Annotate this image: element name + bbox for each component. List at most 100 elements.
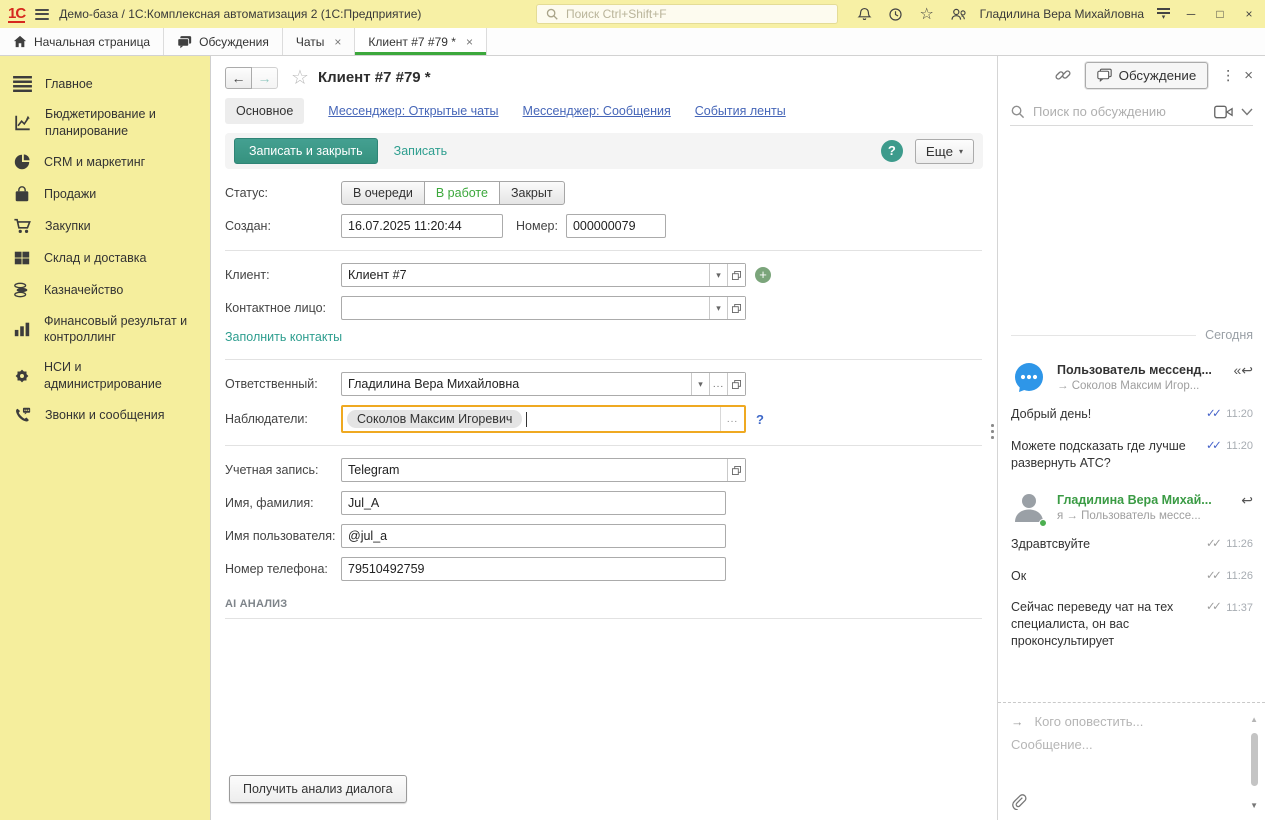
watchers-field-focused[interactable]: Соколов Максим Игоревич ...: [341, 405, 746, 433]
fullname-input[interactable]: [341, 491, 726, 515]
discussion-search-input[interactable]: [1033, 104, 1206, 119]
discussion-search: [1010, 98, 1253, 126]
contact-input[interactable]: [342, 297, 709, 319]
sidebar-item-admin[interactable]: НСИ и администрирование: [0, 352, 210, 399]
client-input[interactable]: [342, 264, 709, 286]
sidebar-item-warehouse[interactable]: Склад и доставка: [0, 242, 210, 274]
account-input[interactable]: [342, 459, 727, 481]
video-call-icon[interactable]: [1214, 105, 1233, 119]
add-client-button[interactable]: +: [755, 267, 771, 283]
account-open-button[interactable]: [727, 459, 745, 481]
forward-button[interactable]: →: [251, 66, 278, 89]
favorites-star-icon[interactable]: ☆: [918, 5, 936, 23]
reply-icon[interactable]: «↩: [1233, 363, 1253, 377]
favorite-star-icon[interactable]: ☆: [291, 65, 309, 90]
watcher-tag[interactable]: Соколов Максим Игоревич: [347, 410, 523, 428]
reply-icon[interactable]: ↩: [1241, 493, 1253, 507]
created-input[interactable]: [341, 214, 503, 238]
nav-link-messages[interactable]: Мессенджер: Сообщения: [523, 104, 671, 118]
phone-input[interactable]: [341, 557, 726, 581]
settings-icon[interactable]: ▾: [1157, 8, 1170, 21]
save-button[interactable]: Записать: [394, 144, 447, 158]
fill-contacts-link[interactable]: Заполнить контакты: [225, 330, 342, 344]
contact-open-button[interactable]: [727, 297, 745, 319]
open-icon: [732, 303, 741, 313]
nav-link-open-chats[interactable]: Мессенджер: Открытые чаты: [328, 104, 498, 118]
sidebar-item-finresult[interactable]: Финансовый результат и контроллинг: [0, 306, 210, 353]
global-search[interactable]: [536, 4, 838, 24]
titlebar: 1С Демо-база / 1С:Комплексная автоматиза…: [0, 0, 1265, 28]
client-dropdown-button[interactable]: ▾: [709, 264, 727, 286]
client-open-button[interactable]: [727, 264, 745, 286]
discussion-messages[interactable]: Сегодня Пользователь мессенд... «↩ → Сок…: [998, 128, 1257, 700]
chat-message: Здравтсвуйте ✓✓ 11:26: [1011, 536, 1253, 551]
tab-client-79[interactable]: Клиент #7 #79 * ×: [355, 28, 487, 55]
attach-file-icon[interactable]: [1010, 793, 1027, 813]
back-button[interactable]: ←: [225, 66, 252, 89]
scroll-up-icon[interactable]: ▲: [1250, 715, 1258, 724]
user-avatar-icon: [1011, 490, 1047, 527]
history-icon[interactable]: [887, 5, 905, 23]
current-user-name[interactable]: Гладилина Вера Михайловна: [980, 7, 1144, 21]
notify-input[interactable]: [1034, 714, 1239, 729]
sidebar-item-main[interactable]: Главное: [0, 69, 210, 99]
nav-link-feed-events[interactable]: События ленты: [695, 104, 786, 118]
contact-dropdown-button[interactable]: ▾: [709, 297, 727, 319]
discussion-toggle-button[interactable]: Обсуждение: [1084, 61, 1209, 89]
functions-users-icon[interactable]: [949, 5, 967, 23]
notifications-bell-icon[interactable]: [856, 5, 874, 23]
more-button[interactable]: Еще ▾: [914, 138, 974, 164]
sidebar-item-sales[interactable]: Продажи: [0, 178, 210, 210]
responsible-choose-button[interactable]: ...: [709, 373, 727, 395]
username-input[interactable]: [341, 524, 726, 548]
cart-icon: [14, 218, 31, 233]
help-button[interactable]: ?: [880, 140, 903, 162]
nav-tab-main[interactable]: Основное: [225, 98, 305, 124]
sender-name[interactable]: Пользователь мессенд...: [1057, 363, 1212, 377]
panel-resize-handle[interactable]: [991, 424, 994, 439]
sidebar-item-crm[interactable]: CRM и маркетинг: [0, 146, 210, 178]
scrollbar-thumb[interactable]: [1251, 733, 1258, 786]
panel-close-icon[interactable]: ×: [1244, 67, 1253, 84]
message-time: 11:20: [1226, 440, 1253, 453]
scroll-down-icon[interactable]: ▼: [1250, 801, 1258, 810]
window-maximize-button[interactable]: □: [1212, 7, 1228, 21]
chevron-down-icon[interactable]: [1241, 108, 1253, 116]
link-icon[interactable]: [1054, 66, 1072, 84]
username-label: Имя пользователя:: [225, 529, 336, 543]
sidebar-item-purchases[interactable]: Закупки: [0, 210, 210, 242]
status-option-inwork[interactable]: В работе: [423, 181, 500, 205]
notify-arrow-icon: →: [1011, 714, 1024, 729]
tab-close-icon[interactable]: ×: [334, 35, 341, 49]
responsible-open-button[interactable]: [727, 373, 745, 395]
save-close-button[interactable]: Записать и закрыть: [234, 138, 378, 164]
status-option-queue[interactable]: В очереди: [341, 181, 425, 205]
responsible-label: Ответственный:: [225, 377, 318, 391]
tab-discussions[interactable]: Обсуждения: [164, 28, 283, 55]
discussion-header: Обсуждение ⋮ ×: [998, 56, 1265, 94]
global-search-input[interactable]: [566, 7, 831, 21]
watchers-choose-button[interactable]: ...: [720, 407, 744, 431]
watchers-help-link[interactable]: ?: [756, 412, 764, 427]
responsible-input[interactable]: [342, 373, 691, 395]
number-input[interactable]: [565, 214, 666, 238]
main-menu-icon[interactable]: [35, 8, 50, 20]
responsible-dropdown-button[interactable]: ▾: [691, 373, 709, 395]
panel-menu-icon[interactable]: ⋮: [1221, 67, 1235, 84]
search-icon: [1011, 105, 1025, 119]
sections-sidebar: Главное Бюджетирование и планирование CR…: [0, 56, 210, 820]
form-command-bar: Записать и закрыть Записать ? Еще ▾: [225, 133, 983, 169]
form-title: Клиент #7 #79 *: [317, 69, 431, 86]
get-dialog-analysis-button[interactable]: Получить анализ диалога: [229, 775, 407, 803]
sidebar-item-budgeting[interactable]: Бюджетирование и планирование: [0, 99, 210, 146]
message-input[interactable]: [1011, 737, 1239, 752]
tab-chats[interactable]: Чаты ×: [282, 28, 356, 55]
tab-home[interactable]: Начальная страница: [0, 28, 165, 55]
window-minimize-button[interactable]: ─: [1183, 7, 1199, 21]
status-option-closed[interactable]: Закрыт: [498, 181, 565, 205]
window-close-button[interactable]: ×: [1241, 7, 1257, 21]
sidebar-item-treasury[interactable]: Казначейство: [0, 274, 210, 306]
sender-name[interactable]: Гладилина Вера Михай...: [1057, 493, 1212, 507]
tab-close-icon[interactable]: ×: [466, 35, 473, 49]
sidebar-item-calls[interactable]: Звонки и сообщения: [0, 399, 210, 431]
